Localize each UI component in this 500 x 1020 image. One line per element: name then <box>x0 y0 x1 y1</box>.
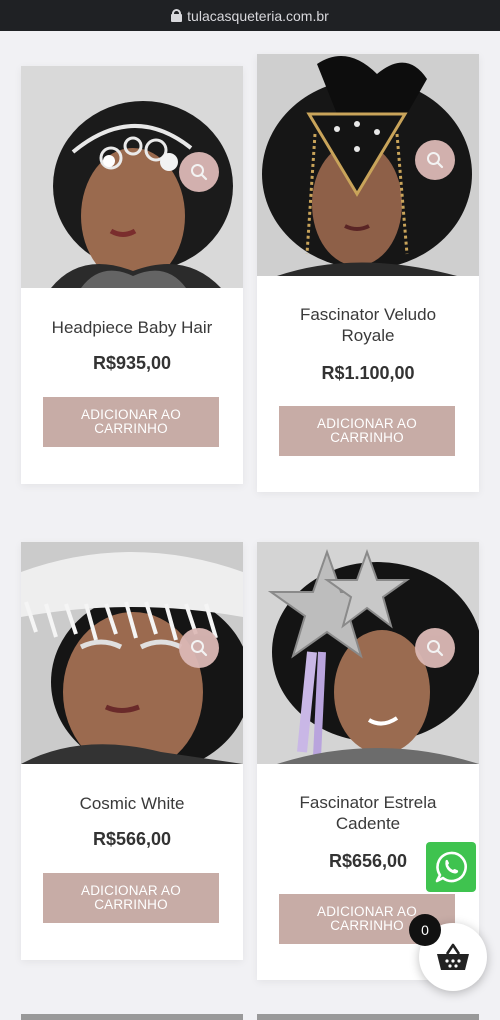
browser-url-bar[interactable]: tulacasqueteria.com.br <box>0 0 500 31</box>
product-title[interactable]: Fascinator Estrela Cadente <box>267 792 469 834</box>
button-label-line2: CARRINHO <box>330 430 404 445</box>
product-card-cosmic-white: Cosmic White R$566,00 ADICIONAR AO CARRIN… <box>21 542 243 960</box>
product-title-line2: Royale <box>341 326 395 345</box>
next-product-card-edge <box>21 1014 243 1020</box>
quick-view-zoom-button[interactable] <box>179 152 219 192</box>
magnifier-icon <box>427 152 444 169</box>
product-price: R$935,00 <box>92 353 172 373</box>
magnifier-icon <box>191 640 208 657</box>
quick-view-zoom-button[interactable] <box>415 140 455 180</box>
next-product-card-edge <box>257 1014 479 1020</box>
product-price: R$566,00 <box>92 829 172 849</box>
product-title[interactable]: Headpiece Baby Hair <box>31 317 233 338</box>
product-title[interactable]: Cosmic White <box>31 793 233 814</box>
button-label-line2: CARRINHO <box>330 918 404 933</box>
lock-icon <box>171 9 183 22</box>
quick-view-zoom-button[interactable] <box>179 628 219 668</box>
add-to-cart-button[interactable]: ADICIONAR AO CARRINHO <box>43 397 219 447</box>
product-title[interactable]: Fascinator Veludo Royale <box>267 304 469 346</box>
button-label-line1: ADICIONAR AO <box>317 904 417 919</box>
add-to-cart-button[interactable]: ADICIONAR AO CARRINHO <box>43 873 219 923</box>
product-card-fascinator-veludo-royale: Fascinator Veludo Royale R$1.100,00 ADIC… <box>257 54 479 492</box>
quick-view-zoom-button[interactable] <box>415 628 455 668</box>
whatsapp-icon <box>435 851 467 883</box>
button-label-line2: CARRINHO <box>94 421 168 436</box>
cart-count-badge: 0 <box>409 914 441 946</box>
product-card-headpiece-baby-hair: Headpiece Baby Hair R$935,00 ADICIONAR A… <box>21 66 243 484</box>
product-card-fascinator-estrela-cadente: Fascinator Estrela Cadente R$656,00 ADIC… <box>257 542 479 980</box>
magnifier-icon <box>427 640 444 657</box>
button-label-line1: ADICIONAR AO <box>81 407 181 422</box>
whatsapp-button[interactable] <box>426 842 476 892</box>
product-price: R$1.100,00 <box>321 363 415 383</box>
basket-icon <box>437 943 469 970</box>
product-title-line1: Fascinator Estrela <box>299 793 437 812</box>
button-label-line2: CARRINHO <box>94 897 168 912</box>
add-to-cart-button[interactable]: ADICIONAR AO CARRINHO <box>279 406 455 456</box>
button-label-line1: ADICIONAR AO <box>317 416 417 431</box>
magnifier-icon <box>191 164 208 181</box>
product-title-line1: Fascinator Veludo <box>299 305 437 324</box>
url-text: tulacasqueteria.com.br <box>187 7 329 24</box>
product-title-line2: Cadente <box>335 814 401 833</box>
button-label-line1: ADICIONAR AO <box>81 883 181 898</box>
